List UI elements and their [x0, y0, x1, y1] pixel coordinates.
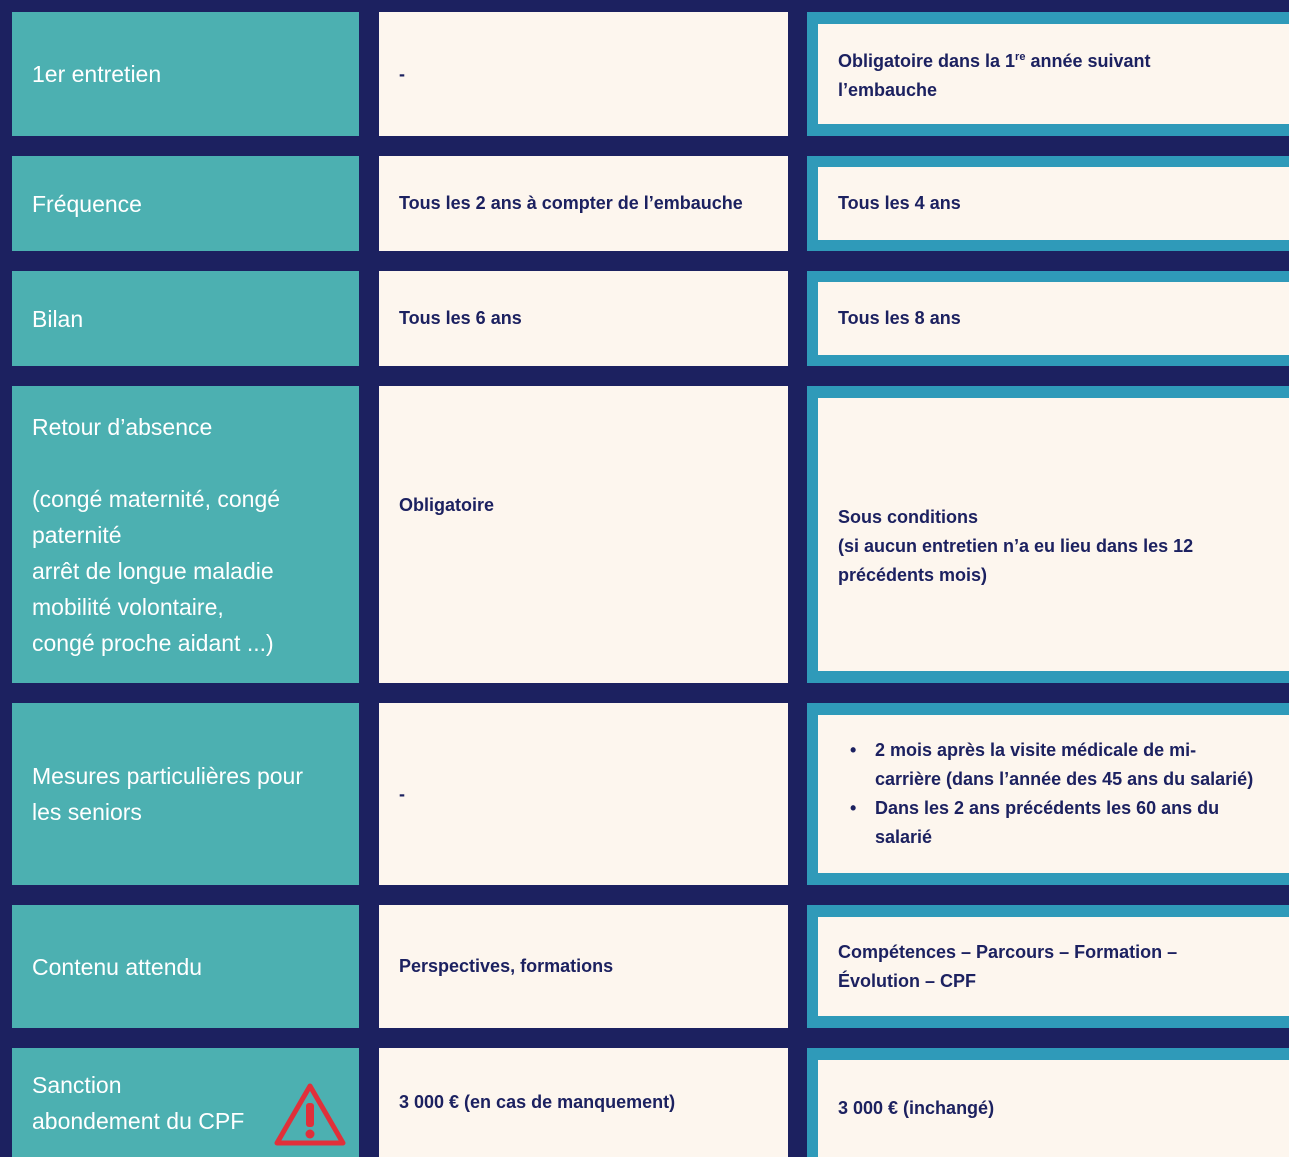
table-row: Sanction abondement du CPF 3 000 € (en c… — [0, 1048, 1289, 1157]
new-rule-content: Compétences – Parcours – Formation – Évo… — [818, 917, 1289, 1016]
warning-icon — [274, 1083, 346, 1146]
new-rule-cell: 2 mois après la visite médicale de mi- c… — [807, 703, 1289, 885]
table-row: Fréquence Tous les 2 ans à compter de l’… — [0, 156, 1289, 251]
current-rule-cell: - — [379, 12, 788, 136]
new-rule-content: Tous les 8 ans — [818, 282, 1289, 355]
list-item: Dans les 2 ans précédents les 60 ans du … — [838, 794, 1253, 852]
current-rule-cell: Obligatoire — [379, 386, 788, 683]
current-rule-cell: - — [379, 703, 788, 885]
current-rule-cell: 3 000 € (en cas de manquement) — [379, 1048, 788, 1157]
row-label: Bilan — [12, 271, 359, 366]
row-label: Sanction abondement du CPF — [12, 1048, 359, 1157]
current-rule-cell: Perspectives, formations — [379, 905, 788, 1028]
row-label: Contenu attendu — [12, 905, 359, 1028]
row-label: Retour d’absence (congé maternité, congé… — [12, 386, 359, 683]
new-rule-cell: Tous les 8 ans — [807, 271, 1289, 366]
new-rule-cell: Tous les 4 ans — [807, 156, 1289, 251]
row-label: Fréquence — [12, 156, 359, 251]
bullet-list: 2 mois après la visite médicale de mi- c… — [838, 736, 1253, 852]
new-rule-content: Sous conditions (si aucun entretien n’a … — [818, 398, 1289, 671]
new-rule-cell: 3 000 € (inchangé) — [807, 1048, 1289, 1157]
row-label: Mesures particulières pour les seniors — [12, 703, 359, 885]
list-item: 2 mois après la visite médicale de mi- c… — [838, 736, 1253, 794]
table-row: Contenu attendu Perspectives, formations… — [0, 905, 1289, 1028]
table-row: Mesures particulières pour les seniors -… — [0, 703, 1289, 885]
new-rule-content: Obligatoire dans la 1re année suivant l’… — [818, 24, 1289, 124]
current-rule-cell: Tous les 2 ans à compter de l’embauche — [379, 156, 788, 251]
new-rule-content: 2 mois après la visite médicale de mi- c… — [818, 715, 1289, 873]
table-row: Bilan Tous les 6 ans Tous les 8 ans — [0, 271, 1289, 366]
new-rule-content: Tous les 4 ans — [818, 167, 1289, 240]
table-row: Retour d’absence (congé maternité, congé… — [0, 386, 1289, 683]
new-rule-content: 3 000 € (inchangé) — [818, 1060, 1289, 1157]
table-row: 1er entretien - Obligatoire dans la 1re … — [0, 12, 1289, 136]
new-rule-cell: Obligatoire dans la 1re année suivant l’… — [807, 12, 1289, 136]
new-rule-cell: Sous conditions (si aucun entretien n’a … — [807, 386, 1289, 683]
row-label: 1er entretien — [12, 12, 359, 136]
current-rule-cell: Tous les 6 ans — [379, 271, 788, 366]
new-rule-cell: Compétences – Parcours – Formation – Évo… — [807, 905, 1289, 1028]
